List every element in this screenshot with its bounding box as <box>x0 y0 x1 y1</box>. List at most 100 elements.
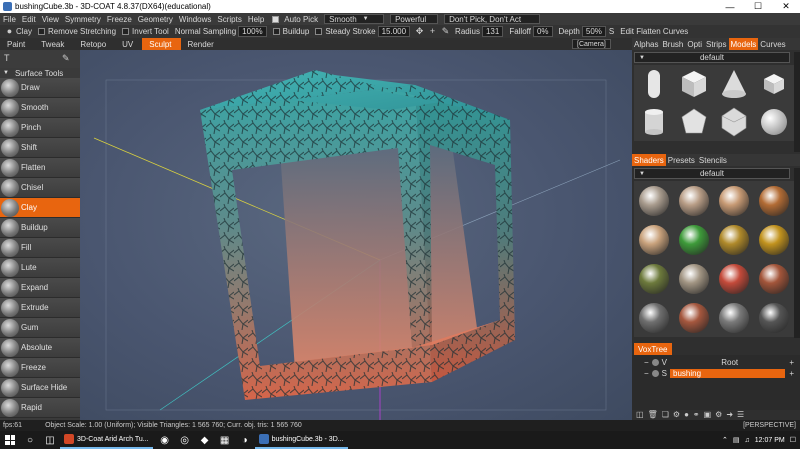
model-sphere[interactable] <box>754 103 794 141</box>
tab-curves[interactable]: Curves <box>758 38 787 50</box>
clock[interactable]: 12:07 PM <box>755 437 785 444</box>
shader-swatch[interactable] <box>754 220 794 259</box>
tab-alphas[interactable]: Alphas <box>632 38 660 50</box>
shader-swatch[interactable] <box>714 259 754 298</box>
text-tool-icon[interactable]: T <box>4 53 10 63</box>
menu-geometry[interactable]: Geometry <box>135 15 176 24</box>
plus-icon[interactable]: + <box>428 27 437 36</box>
shader-swatch[interactable] <box>634 220 674 259</box>
falloff-input[interactable]: 0% <box>532 26 553 37</box>
power-mode-dropdown[interactable]: Powerful <box>390 14 439 24</box>
shader-swatch[interactable] <box>634 298 674 337</box>
pen-icon[interactable]: ✎ <box>441 27 450 36</box>
shader-swatch[interactable] <box>714 298 754 337</box>
model-icosahedron[interactable] <box>714 103 754 141</box>
shaders-preset-dropdown[interactable]: ▼ default <box>634 168 790 179</box>
room-uv[interactable]: UV <box>115 38 142 50</box>
tool-draw[interactable]: Draw <box>0 78 80 98</box>
shader-swatch[interactable] <box>634 181 674 220</box>
normal-sampling-input[interactable]: 100% <box>238 26 267 37</box>
edit-flatten-curves-button[interactable]: Edit Flatten Curves <box>617 27 691 36</box>
tab-stencils[interactable]: Stencils <box>697 154 729 166</box>
collapse-icon[interactable]: − <box>644 358 649 367</box>
model-cone[interactable] <box>714 65 754 103</box>
menu-edit[interactable]: Edit <box>19 15 39 24</box>
shader-swatch[interactable] <box>714 220 754 259</box>
sphere-layer-icon[interactable]: ● <box>684 410 689 419</box>
arrow-icon[interactable]: ➜ <box>726 410 733 419</box>
firefox-icon[interactable]: ◉ <box>155 431 175 449</box>
model-dodecahedron[interactable] <box>674 103 714 141</box>
3d-viewport[interactable] <box>80 50 632 420</box>
shader-swatch[interactable] <box>674 259 714 298</box>
collapse-icon[interactable]: − <box>644 369 649 378</box>
invert-tool-checkbox[interactable] <box>122 28 130 35</box>
depth-input[interactable]: 50% <box>581 26 606 37</box>
tool-fill[interactable]: Fill <box>0 238 80 258</box>
tab-strips[interactable]: Strips <box>704 38 728 50</box>
shader-swatch[interactable] <box>634 259 674 298</box>
menu-windows[interactable]: Windows <box>176 15 214 24</box>
shader-swatch[interactable] <box>674 181 714 220</box>
taskbar-app-powerpoint[interactable]: 3D-Coat Arid Arch Tu... <box>60 431 153 449</box>
link-icon[interactable]: ⚭ <box>693 410 700 419</box>
settings-icon[interactable]: ☰ <box>737 410 744 419</box>
falloff-control[interactable]: Falloff 0% <box>506 26 555 37</box>
tool-rapid[interactable]: Rapid <box>0 398 80 418</box>
visibility-eye-icon[interactable] <box>651 370 659 377</box>
minimize-icon[interactable]: — <box>716 0 744 13</box>
models-scrollbar[interactable] <box>794 52 800 152</box>
remove-stretching-checkbox[interactable] <box>38 28 46 35</box>
room-render[interactable]: Render <box>181 38 223 50</box>
app-icon[interactable]: ◆ <box>195 431 215 449</box>
surface-mode-icon[interactable]: ▣ <box>704 410 712 419</box>
camera-dropdown[interactable]: [Camera] <box>572 39 611 49</box>
tool-flatten[interactable]: Flatten <box>0 158 80 178</box>
visibility-eye-icon[interactable] <box>651 359 659 366</box>
tool-clay[interactable]: Clay <box>0 198 80 218</box>
menu-symmetry[interactable]: Symmetry <box>62 15 104 24</box>
steady-stroke-input[interactable]: 15.000 <box>377 26 411 37</box>
steady-stroke-checkbox[interactable] <box>315 28 323 35</box>
tool-pinch[interactable]: Pinch <box>0 118 80 138</box>
tab-brush[interactable]: Brush <box>660 38 685 50</box>
models-preset-dropdown[interactable]: ▼ default <box>634 52 790 63</box>
normal-sampling-control[interactable]: Normal Sampling 100% <box>172 26 270 37</box>
shader-swatch[interactable] <box>754 259 794 298</box>
tool-absolute[interactable]: Absolute <box>0 338 80 358</box>
model-capsule[interactable] <box>634 65 674 103</box>
tool-extrude[interactable]: Extrude <box>0 298 80 318</box>
close-icon[interactable]: ✕ <box>772 0 800 13</box>
model-cylinder[interactable] <box>634 103 674 141</box>
network-icon[interactable]: ▤ <box>733 436 740 444</box>
new-layer-icon[interactable]: ◫ <box>636 410 644 419</box>
voxtree-row-bushing[interactable]: − S bushing + <box>644 368 794 379</box>
menu-freeze[interactable]: Freeze <box>104 15 135 24</box>
shader-swatch[interactable] <box>674 298 714 337</box>
shader-swatch[interactable] <box>754 298 794 337</box>
room-tweak[interactable]: Tweak <box>34 38 73 50</box>
tool-shift[interactable]: Shift <box>0 138 80 158</box>
tab-opti[interactable]: Opti <box>685 38 704 50</box>
add-layer-icon[interactable]: + <box>789 369 794 378</box>
radius-control[interactable]: Radius 131 <box>452 26 506 37</box>
search-icon[interactable]: ○ <box>20 431 40 449</box>
room-sculpt[interactable]: Sculpt <box>142 38 181 50</box>
tab-models[interactable]: Models <box>728 38 759 50</box>
volume-icon[interactable]: ♫ <box>745 437 750 444</box>
buildup-checkbox[interactable] <box>272 28 280 35</box>
tool-smooth[interactable]: Smooth <box>0 98 80 118</box>
buildup-toggle[interactable]: Buildup <box>270 27 313 36</box>
move-icon[interactable]: ✥ <box>415 27 424 36</box>
duplicate-layer-icon[interactable]: ❏ <box>662 410 669 419</box>
brush-stroke-icon[interactable]: ✎ <box>62 53 70 64</box>
start-button[interactable] <box>0 431 20 449</box>
calculator-icon[interactable]: ▦ <box>215 431 235 449</box>
voxtree-row-root[interactable]: − V Root + <box>644 357 794 368</box>
auto-pick-checkbox[interactable] <box>272 15 280 23</box>
merge-icon[interactable]: ⚙ <box>673 410 680 419</box>
smooth-mode-dropdown[interactable]: Smooth ▼ <box>324 14 385 24</box>
tool-lute[interactable]: Lute <box>0 258 80 278</box>
room-retopo[interactable]: Retopo <box>73 38 115 50</box>
menu-file[interactable]: File <box>0 15 19 24</box>
